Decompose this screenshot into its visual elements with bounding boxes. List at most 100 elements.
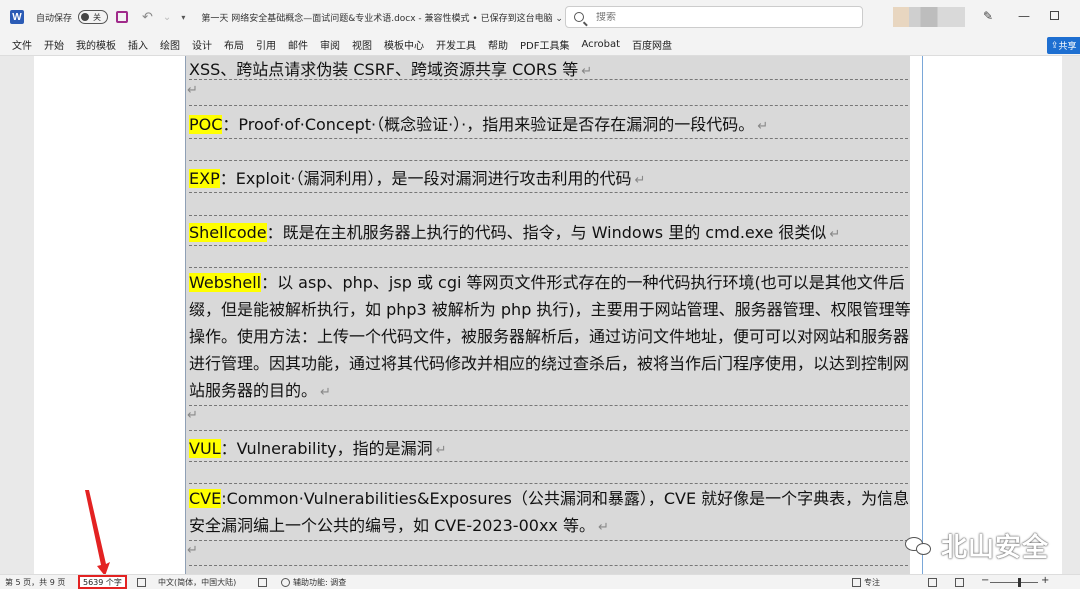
tab-my-templates[interactable]: 我的模板 <box>76 37 116 52</box>
save-icon[interactable] <box>116 11 129 23</box>
share-label: 共享 <box>1058 42 1077 52</box>
tab-view[interactable]: 视图 <box>352 37 372 52</box>
autosave-state: 关 <box>93 12 102 22</box>
zoom-slider-thumb[interactable] <box>1018 578 1021 587</box>
undo-icon[interactable]: ↶ <box>142 10 153 25</box>
maximize-icon[interactable] <box>1050 11 1059 20</box>
paragraph-mark: ↵ <box>634 173 646 188</box>
tab-file[interactable]: 文件 <box>12 37 32 52</box>
watermark-text: 北山安全 <box>941 533 1050 563</box>
terms-table[interactable]: XSS、跨站点请求伪装 CSRF、跨域资源共享 CORS 等 ↵ ↵ POC：Pr… <box>185 56 911 574</box>
ribbon-tabs: 文件 开始 我的模板 插入 绘图 设计 布局 引用 邮件 审阅 视图 模板中心 … <box>0 34 1080 56</box>
paragraph-mark: ↵ <box>435 443 447 458</box>
table-row[interactable]: Shellcode：既是在主机服务器上执行的代码、指令，与 Windows 里的… <box>189 219 840 243</box>
print-layout-icon[interactable] <box>955 578 964 587</box>
tab-insert[interactable]: 插入 <box>128 37 148 52</box>
tab-references[interactable]: 引用 <box>256 37 276 52</box>
zoom-out-icon[interactable]: − <box>981 575 989 586</box>
paragraph-mark: ↵ <box>829 227 841 242</box>
row-divider <box>189 405 908 406</box>
page-info[interactable]: 第 5 页，共 9 页 <box>5 577 65 588</box>
language-status[interactable]: 中文(简体，中国大陆) <box>158 577 236 588</box>
accessibility-icon[interactable] <box>281 578 290 587</box>
document-area[interactable]: XSS、跨站点请求伪装 CSRF、跨域资源共享 CORS 等 ↵ ↵ POC：Pr… <box>0 56 1080 574</box>
table-row[interactable]: VUL：Vulnerability，指的是漏洞 ↵ <box>189 435 447 459</box>
empty-row: ↵ <box>187 83 198 98</box>
row-text: ：Exploit·（漏洞利用），是一段对漏洞进行攻击利用的代码 <box>219 169 632 188</box>
row-text: ：Vulnerability，指的是漏洞 <box>220 439 433 458</box>
row-divider <box>189 565 908 566</box>
tab-developer[interactable]: 开发工具 <box>436 37 476 52</box>
word-logo-icon: W <box>10 10 24 24</box>
autosave-label: 自动保存 <box>36 13 73 24</box>
watermark: 北山安全 <box>905 527 1049 564</box>
term-cve: CVE <box>189 489 222 508</box>
wechat-icon <box>905 535 935 557</box>
read-mode-icon[interactable] <box>928 578 937 587</box>
paragraph-mark: ↵ <box>757 119 769 134</box>
document-title[interactable]: 第一天 网络安全基础概念—面试问题&专业术语.docx - 兼容性模式 • 已保… <box>201 11 563 24</box>
annotation-arrow <box>85 490 110 576</box>
tab-help[interactable]: 帮助 <box>488 37 508 52</box>
table-row[interactable]: POC：Proof·of·Concept·（概念验证·）·，指用来验证是否存在漏… <box>189 111 768 135</box>
word-count-text: 5639 个字 <box>83 577 122 587</box>
toggle-knob <box>81 13 90 21</box>
row-divider <box>189 461 908 462</box>
table-row[interactable]: Webshell：以 asp、php、jsp 或 cgi 等网页文件形式存在的一… <box>189 269 911 406</box>
empty-row: ↵ <box>187 543 198 558</box>
status-bar: 第 5 页，共 9 页 5639 个字 中文(简体，中国大陆) 辅助功能: 调查… <box>0 574 1080 589</box>
tab-template-center[interactable]: 模板中心 <box>384 37 424 52</box>
tab-baidu-netdisk[interactable]: 百度网盘 <box>632 37 672 52</box>
row-text: ：既是在主机服务器上执行的代码、指令，与 Windows 里的 cmd.exe … <box>266 223 827 242</box>
focus-icon[interactable] <box>852 578 861 587</box>
row-text: ：Proof·of·Concept·（概念验证·）·，指用来验证是否存在漏洞的一… <box>222 115 755 134</box>
search-icon <box>574 12 584 22</box>
minimize-icon[interactable]: — <box>1018 9 1030 23</box>
empty-row: ↵ <box>187 408 198 423</box>
row-divider <box>189 483 908 484</box>
quick-access-menu-icon[interactable]: ▾ <box>181 13 185 22</box>
term-shellcode: Shellcode <box>189 223 267 242</box>
row-text: XSS、跨站点请求伪装 CSRF、跨域资源共享 CORS 等 <box>189 60 579 79</box>
search-box[interactable] <box>565 6 863 28</box>
redo-icon[interactable]: ⌄ <box>163 12 171 23</box>
share-button[interactable]: ⇪ 共享 <box>1047 37 1080 54</box>
row-divider <box>189 267 908 268</box>
term-exp: EXP <box>189 169 220 188</box>
tab-home[interactable]: 开始 <box>44 37 64 52</box>
proofing-icon[interactable] <box>137 578 146 587</box>
row-divider <box>189 192 908 193</box>
focus-label[interactable]: 专注 <box>864 577 880 588</box>
tab-draw[interactable]: 绘图 <box>160 37 180 52</box>
search-input[interactable] <box>596 11 846 23</box>
row-divider <box>189 79 908 80</box>
word-count[interactable]: 5639 个字 <box>78 575 127 589</box>
table-row[interactable]: XSS、跨站点请求伪装 CSRF、跨域资源共享 CORS 等 ↵ <box>189 56 592 80</box>
term-webshell: Webshell <box>189 273 262 292</box>
tab-pdf-tools[interactable]: PDF工具集 <box>520 37 569 52</box>
zoom-in-icon[interactable]: + <box>1041 575 1049 586</box>
table-row[interactable]: CVE:Common·Vulnerabilities&Exposures（公共漏… <box>189 485 911 541</box>
tab-mailings[interactable]: 邮件 <box>288 37 308 52</box>
row-divider <box>189 160 908 161</box>
tab-review[interactable]: 审阅 <box>320 37 340 52</box>
tab-acrobat[interactable]: Acrobat <box>581 39 620 50</box>
account-avatar[interactable] <box>893 7 965 27</box>
right-margin-guide <box>922 56 923 574</box>
zoom-slider[interactable] <box>990 582 1038 583</box>
row-divider <box>189 430 908 431</box>
prediction-icon[interactable] <box>258 578 267 587</box>
row-divider <box>189 138 908 139</box>
share-icon: ⇪ <box>1051 40 1059 51</box>
paragraph-mark: ↵ <box>597 520 609 535</box>
tab-layout[interactable]: 布局 <box>224 37 244 52</box>
paragraph-mark: ↵ <box>320 385 331 400</box>
tab-design[interactable]: 设计 <box>192 37 212 52</box>
row-divider <box>189 105 908 106</box>
paragraph-mark: ↵ <box>581 64 593 79</box>
table-row[interactable]: EXP：Exploit·（漏洞利用），是一段对漏洞进行攻击利用的代码 ↵ <box>189 165 645 189</box>
pen-icon[interactable]: ✎ <box>983 9 993 23</box>
autosave-toggle[interactable]: 关 <box>78 10 109 24</box>
row-text: ：以 asp、php、jsp 或 cgi 等网页文件形式存在的一种代码执行环境(… <box>189 273 911 400</box>
accessibility-status[interactable]: 辅助功能: 调查 <box>293 577 346 588</box>
